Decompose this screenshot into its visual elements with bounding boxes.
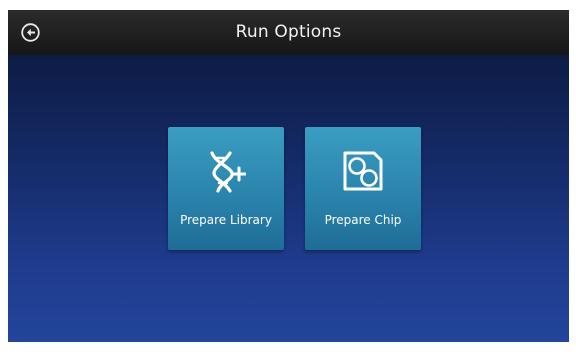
dna-plus-icon	[168, 149, 284, 199]
page-title: Run Options	[235, 22, 342, 42]
back-button[interactable]	[21, 23, 40, 42]
main-content: Prepare Library Prepare Chip	[8, 55, 569, 342]
prepare-library-button[interactable]: Prepare Library	[168, 127, 284, 250]
prepare-library-label: Prepare Library	[180, 213, 272, 227]
header-bar: Run Options	[8, 10, 569, 55]
prepare-chip-label: Prepare Chip	[324, 213, 402, 227]
back-arrow-circle-icon	[21, 23, 40, 42]
run-options-screen: Run Options Prepare Library Prepare Chip	[8, 10, 569, 342]
chip-icon	[305, 149, 421, 199]
prepare-chip-button[interactable]: Prepare Chip	[305, 127, 421, 250]
